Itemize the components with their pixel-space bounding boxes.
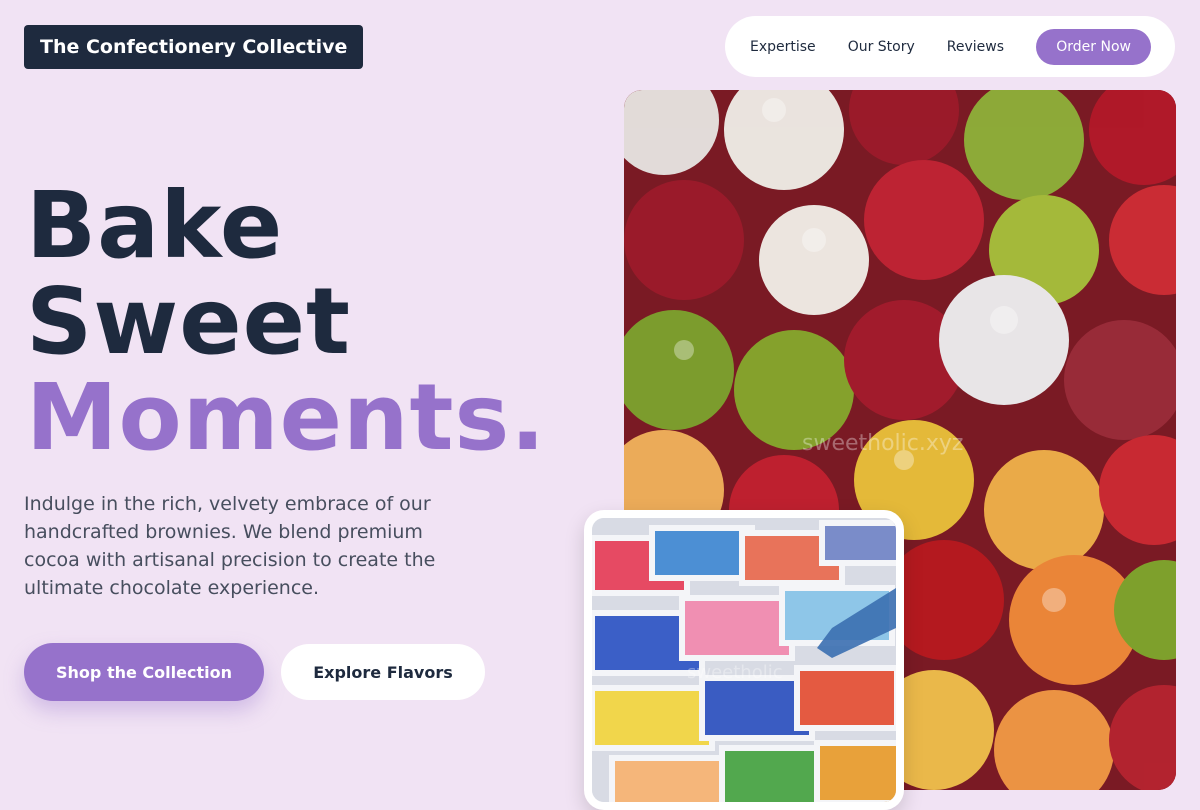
hero-title-line-2: Sweet	[26, 268, 352, 375]
explore-flavors-button[interactable]: Explore Flavors	[281, 644, 485, 700]
candy-bins-illustration: sweetholic	[592, 518, 896, 802]
hero-title-line-3: Moments.	[26, 364, 547, 471]
main-image-watermark: sweetholic.xyz	[802, 431, 963, 456]
candy-bins-card: sweetholic	[584, 510, 904, 810]
nav-link-reviews[interactable]: Reviews	[947, 39, 1004, 55]
shop-collection-button[interactable]: Shop the Collection	[24, 643, 264, 701]
nav-link-our-story[interactable]: Our Story	[848, 39, 915, 55]
hero-title-line-1: Bake	[26, 172, 284, 279]
hero-title: Bake Sweet Moments.	[26, 178, 546, 466]
brand-logo[interactable]: The Confectionery Collective	[24, 25, 364, 69]
top-nav: Expertise Our Story Reviews Order Now	[725, 16, 1175, 77]
nav-link-expertise[interactable]: Expertise	[750, 39, 816, 55]
order-now-button[interactable]: Order Now	[1036, 28, 1151, 65]
candy-bins-image: sweetholic	[592, 518, 896, 802]
small-image-watermark: sweetholic	[687, 662, 783, 683]
hero-description: Indulge in the rich, velvety embrace of …	[24, 493, 436, 599]
